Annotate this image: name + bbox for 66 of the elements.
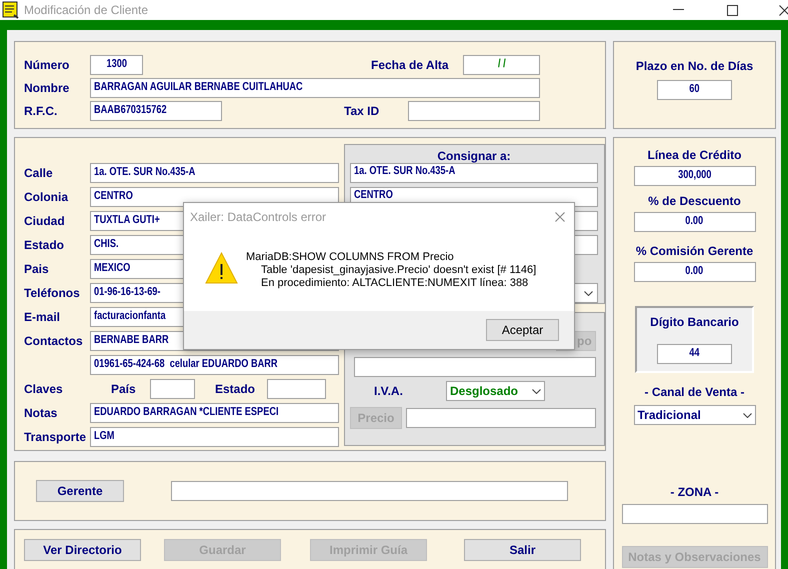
field-label: Línea de Crédito — [647, 149, 742, 161]
input-field[interactable]: 60 — [657, 80, 732, 100]
field-label: Pais — [24, 263, 50, 275]
input-field[interactable]: 1300 — [90, 55, 143, 75]
input-field[interactable] — [267, 379, 326, 399]
field-label: Colonia — [24, 191, 70, 203]
input-field[interactable] — [406, 408, 596, 428]
input-field[interactable]: BARRAGAN AGUILAR BERNABE CUITLAHUAC — [90, 78, 540, 98]
field-label: Número — [24, 59, 70, 71]
input-field[interactable] — [408, 101, 540, 121]
app-icon — [2, 1, 20, 19]
field-label: Nombre — [24, 82, 70, 94]
button[interactable]: Ver Directorio — [24, 539, 141, 561]
field-label: Plazo en No. de Días — [636, 60, 754, 72]
input-field[interactable]: BAAB670315762 — [90, 101, 222, 121]
field-label: I.V.A. — [374, 385, 404, 397]
field-label: Contactos — [24, 335, 84, 347]
dropdown[interactable]: Tradicional — [634, 405, 756, 425]
input-field[interactable]: 1a. OTE. SUR No.435-A — [350, 163, 598, 183]
field-label: País — [111, 383, 137, 395]
field-label: Estado — [24, 239, 66, 251]
chevron-down-icon — [584, 290, 593, 296]
field-label: - Canal de Venta - — [644, 386, 745, 398]
accept-button[interactable]: Aceptar — [486, 319, 559, 341]
input-field[interactable] — [171, 481, 568, 501]
input-field[interactable] — [150, 379, 195, 399]
error-message: MariaDB:SHOW COLUMNS FROM Precio — [246, 251, 455, 264]
error-message: Table 'dapesist_ginayjasive.Precio' doesn't exist [# 1146] — [260, 264, 536, 277]
field-label: % Comisión Gerente — [636, 245, 754, 257]
input-field[interactable]: 0.00 — [634, 262, 756, 282]
field-label: Ciudad — [24, 215, 66, 227]
error-message: En procedimiento: ALTACLIENTE:NUMEXIT línea: 388 — [260, 277, 530, 290]
warning-icon — [205, 252, 238, 284]
field-label: Estado — [215, 383, 256, 395]
input-field[interactable]: EDUARDO BARRAGAN *CLIENTE ESPECI — [90, 403, 339, 423]
dialog-title: Xailer: DataControls error — [190, 209, 328, 226]
gerente-button[interactable]: Gerente — [36, 480, 124, 502]
field-label: Claves — [24, 383, 64, 395]
maximize-icon[interactable] — [727, 4, 738, 16]
field-label: Dígito Bancario — [650, 316, 739, 328]
dropdown[interactable]: Desglosado — [446, 381, 545, 401]
input-field[interactable]: 44 — [657, 344, 732, 364]
field-label: Tax ID — [344, 105, 380, 117]
field-label: % de Descuento — [648, 195, 741, 207]
chevron-down-icon — [742, 412, 752, 418]
input-field[interactable] — [354, 357, 596, 377]
field-label: - ZONA - — [670, 486, 719, 498]
field-label: Transporte — [24, 431, 88, 443]
input-field[interactable]: 300,000 — [634, 166, 756, 186]
field-label: R.F.C. — [24, 105, 58, 117]
chevron-down-icon — [532, 388, 541, 394]
field-label: Calle — [24, 167, 54, 179]
close-icon[interactable] — [779, 4, 788, 16]
field-label: Notas — [24, 407, 58, 419]
input-field[interactable]: 1a. OTE. SUR No.435-A — [90, 163, 339, 183]
input-field[interactable]: 01961-65-424-68 celular EDUARDO BARR — [90, 355, 339, 375]
input-field[interactable]: 0.00 — [634, 212, 756, 232]
field-label: Fecha de Alta — [371, 59, 450, 71]
window-title: Modificación de Cliente — [24, 2, 148, 19]
field-label: Teléfonos — [24, 287, 81, 299]
input-field[interactable] — [622, 504, 768, 524]
input-field[interactable]: / / — [463, 55, 540, 75]
minimize-icon[interactable] — [673, 9, 684, 11]
input-field[interactable]: LGM — [90, 427, 339, 447]
button[interactable]: Salir — [464, 539, 581, 561]
field-label: E-mail — [24, 311, 62, 323]
